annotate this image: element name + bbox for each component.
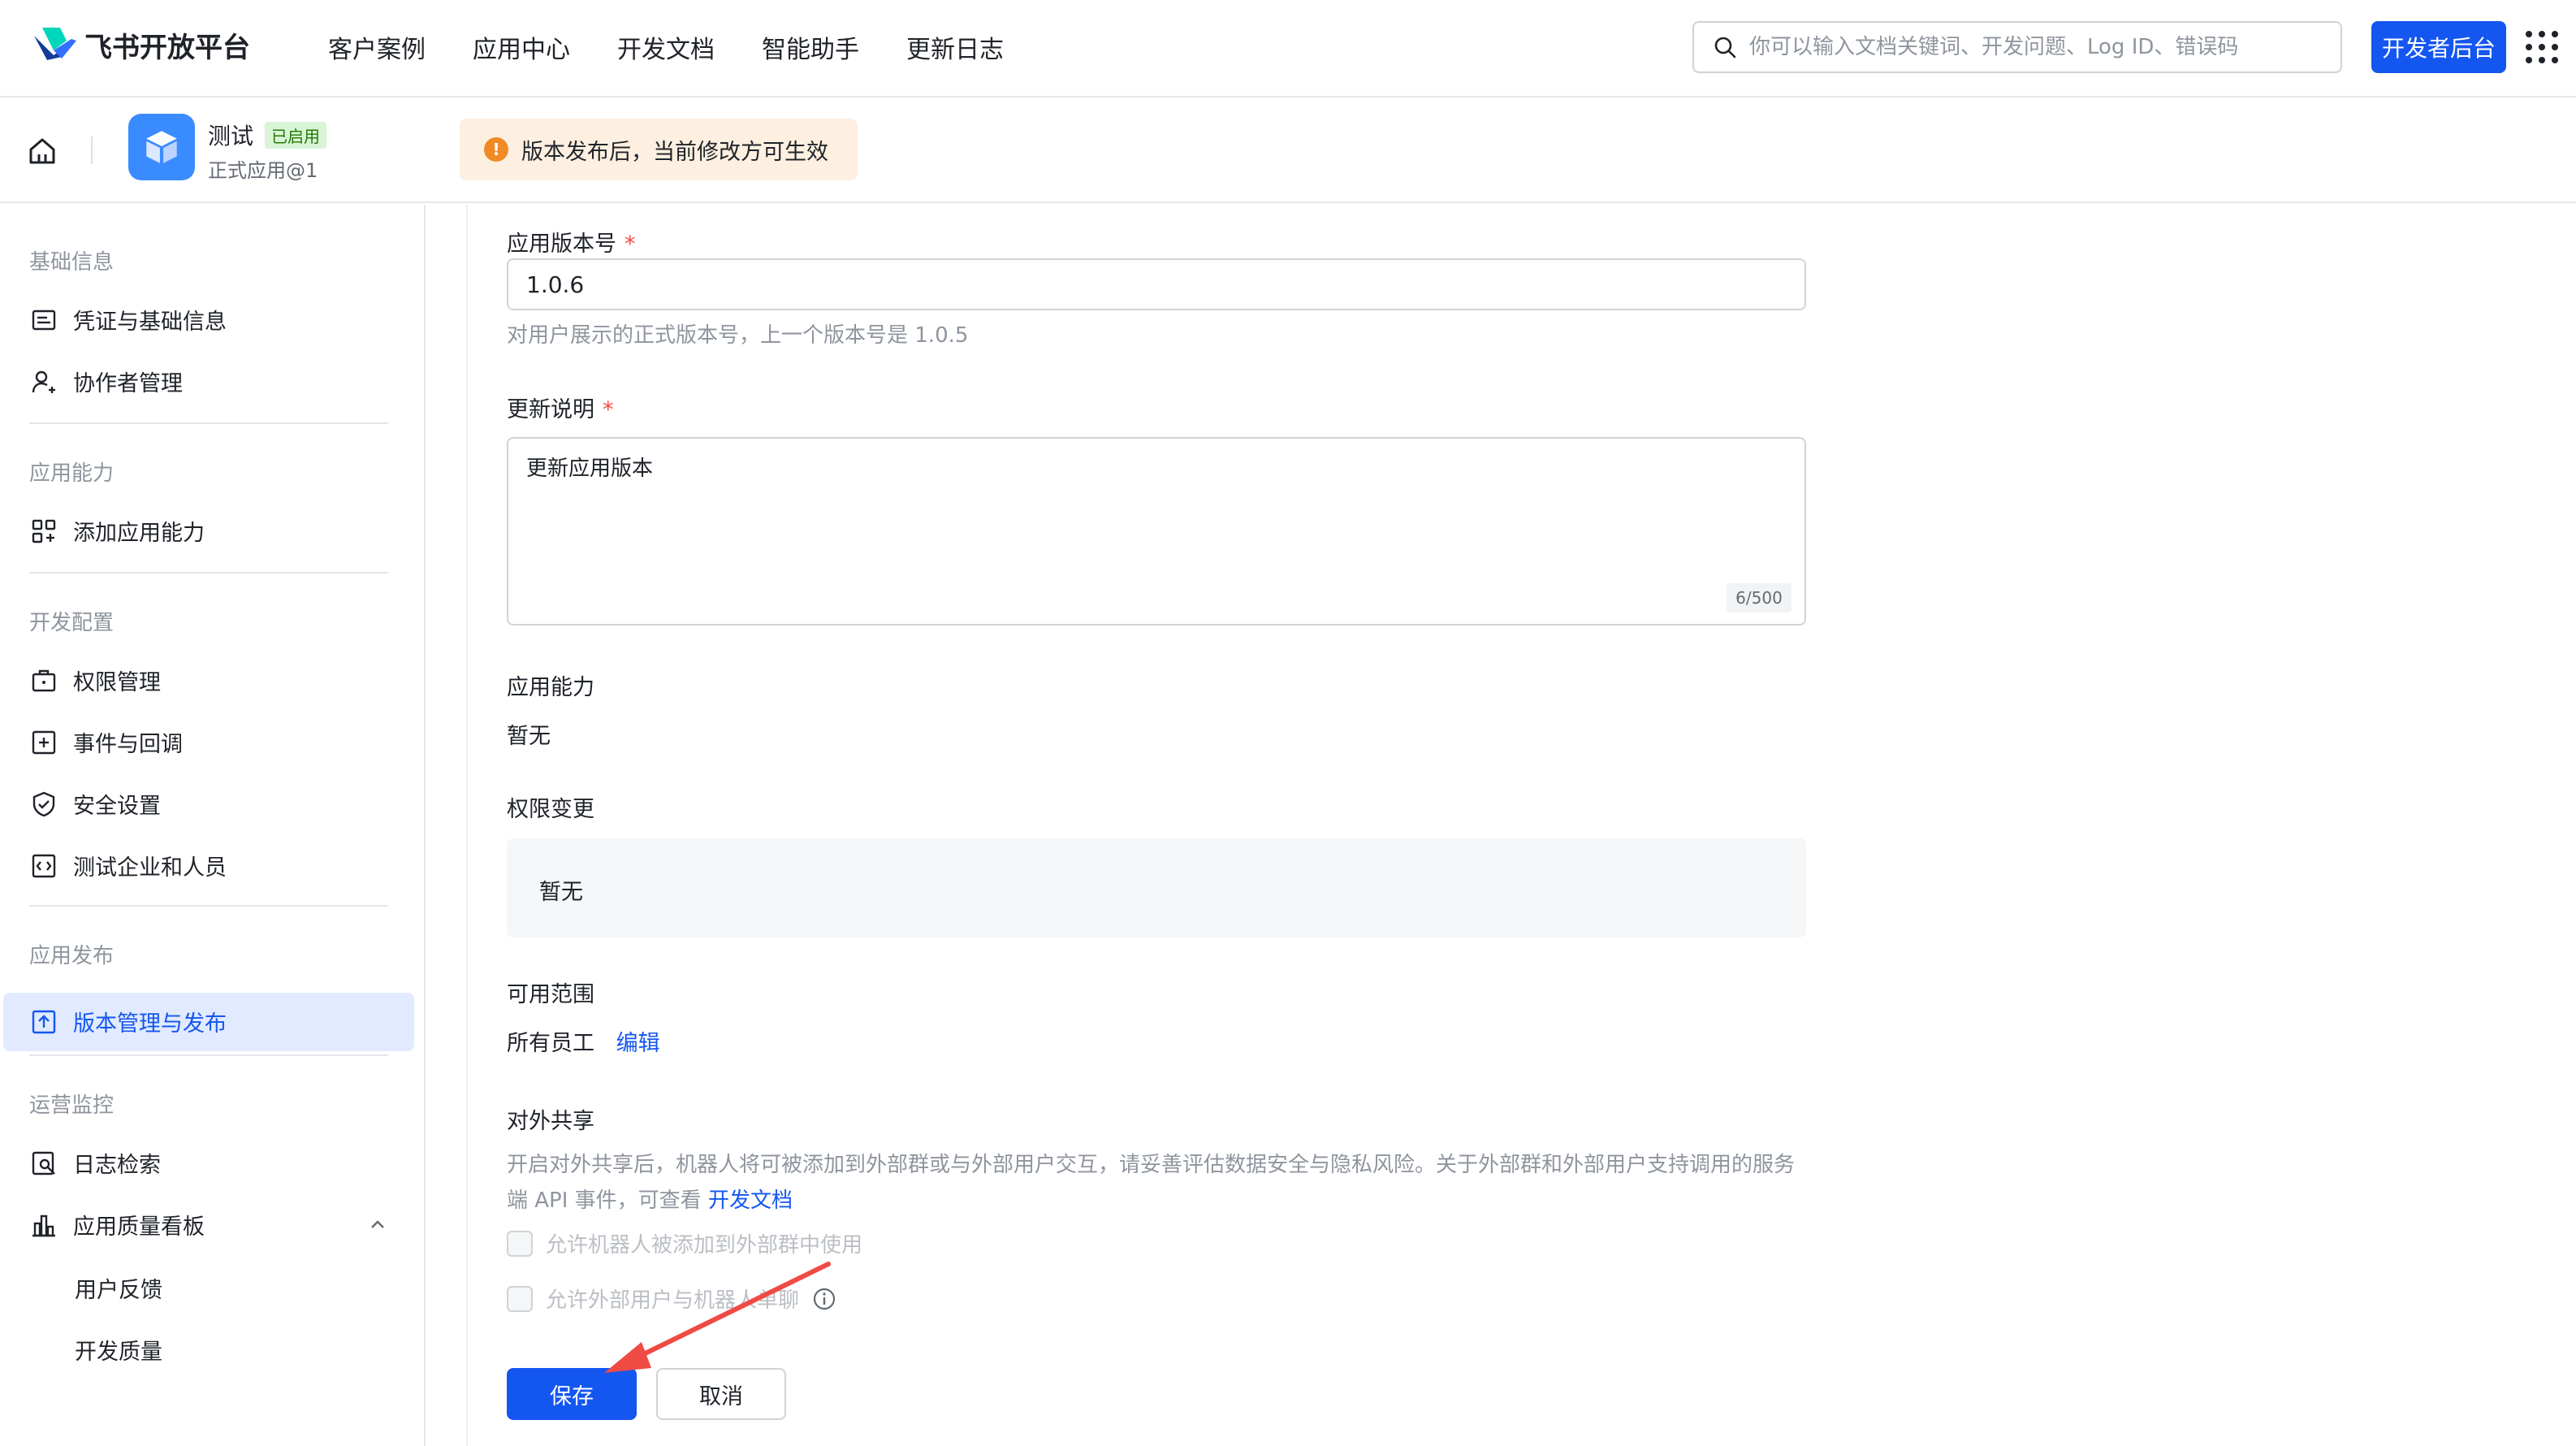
sidebar-item-label: 测试企业和人员 [73, 855, 227, 881]
section-basic-info: 基础信息 [29, 250, 115, 275]
version-input[interactable] [507, 258, 1806, 310]
grid-menu-icon[interactable] [2526, 31, 2558, 63]
apps-add-icon [32, 519, 56, 543]
content-gutter [427, 205, 468, 1446]
main-nav: 客户案例 应用中心 开发文档 智能助手 更新日志 [328, 29, 1051, 65]
sidebar-item-label: 安全设置 [73, 794, 161, 819]
capability-label: 应用能力 [507, 675, 594, 700]
sidebar-item-label: 添加应用能力 [73, 521, 205, 546]
upload-icon [32, 1010, 56, 1033]
nav-customer-cases[interactable]: 客户案例 [328, 29, 426, 65]
brand-name: 飞书开放平台 [84, 31, 250, 64]
top-header: 飞书开放平台 客户案例 应用中心 开发文档 智能助手 更新日志 开发者后台 [0, 0, 2576, 97]
divider [29, 1054, 388, 1056]
sidebar-item-label: 日志检索 [73, 1153, 161, 1178]
sidebar-item-test-tenant[interactable]: 测试企业和人员 [29, 850, 227, 881]
allow-external-chat-checkbox[interactable] [507, 1285, 533, 1312]
required-mark: * [603, 397, 614, 422]
info-icon[interactable] [812, 1287, 836, 1311]
publish-notice: ! 版本发布后，当前修改方可生效 [460, 119, 858, 180]
permission-change-box: 暂无 [507, 838, 1806, 937]
app-subtitle: 正式应用@1 [208, 159, 318, 182]
app-name: 测试 [208, 123, 254, 149]
divider [29, 422, 388, 424]
briefcase-icon [32, 669, 56, 691]
id-card-icon [32, 310, 56, 330]
allow-external-group-checkbox[interactable] [507, 1230, 533, 1257]
dev-docs-link[interactable]: 开发文档 [708, 1188, 793, 1213]
brand-logo[interactable]: 飞书开放平台 [29, 24, 250, 65]
update-notes-textarea[interactable]: 更新应用版本 [507, 437, 1806, 626]
char-counter: 6/500 [1727, 583, 1792, 613]
divider [29, 905, 388, 907]
sidebar-item-log-search[interactable]: 日志检索 [29, 1147, 161, 1179]
sidebar-item-label: 凭证与基础信息 [73, 310, 227, 335]
event-plus-icon [32, 730, 56, 754]
sidebar-item-dev-quality[interactable]: 开发质量 [75, 1334, 162, 1366]
search-input[interactable] [1749, 35, 2318, 59]
sidebar-item-label: 事件与回调 [73, 732, 183, 757]
developer-console-button[interactable]: 开发者后台 [2371, 21, 2506, 73]
app-avatar [128, 114, 195, 180]
nav-app-center[interactable]: 应用中心 [473, 29, 570, 65]
sidebar-item-events[interactable]: 事件与回调 [29, 726, 183, 758]
version-hint: 对用户展示的正式版本号，上一个版本号是 1.0.5 [507, 323, 969, 348]
sidebar-item-credentials[interactable]: 凭证与基础信息 [29, 304, 227, 336]
scope-row: 所有员工 编辑 [507, 1025, 660, 1057]
search-icon [1714, 37, 1736, 58]
sharing-description: 开启对外共享后，机器人将可被添加到外部群或与外部用户交互，请妥善评估数据安全与隐… [507, 1153, 1796, 1213]
home-icon[interactable] [24, 133, 60, 169]
sidebar-item-quality-board[interactable]: 应用质量看板 [29, 1209, 205, 1240]
warning-icon: ! [484, 137, 508, 162]
update-notes-label: 更新说明 * [507, 397, 614, 422]
sidebar-item-collaborators[interactable]: 协作者管理 [29, 366, 183, 397]
shield-icon [32, 791, 55, 816]
section-ops-monitoring: 运营监控 [29, 1093, 115, 1118]
sidebar-item-label: 权限管理 [73, 670, 161, 695]
nav-changelog[interactable]: 更新日志 [906, 29, 1004, 65]
scope-value: 所有员工 [507, 1031, 594, 1056]
status-badge: 已启用 [265, 122, 326, 149]
cube-icon [146, 131, 177, 163]
option-label: 允许外部用户与机器人单聊 [546, 1288, 800, 1313]
sidebar-item-permissions[interactable]: 权限管理 [29, 665, 161, 696]
feishu-logo-icon [34, 28, 76, 60]
sharing-label: 对外共享 [507, 1109, 594, 1134]
bar-chart-icon [32, 1214, 55, 1236]
sidebar-item-user-feedback[interactable]: 用户反馈 [75, 1272, 162, 1304]
code-icon [32, 854, 56, 877]
sidebar-item-label: 应用质量看板 [73, 1214, 205, 1240]
notice-text: 版本发布后，当前修改方可生效 [521, 139, 828, 165]
permission-change-label: 权限变更 [507, 797, 594, 822]
sidebar-item-label: 协作者管理 [73, 371, 183, 396]
app-header: 测试 已启用 正式应用@1 ! 版本发布后，当前修改方可生效 [0, 97, 2576, 203]
allow-external-chat-option: 允许外部用户与机器人单聊 [507, 1284, 836, 1314]
nav-ai-assistant[interactable]: 智能助手 [762, 29, 859, 65]
section-dev-config: 开发配置 [29, 611, 115, 635]
capability-value: 暂无 [507, 724, 551, 749]
sidebar-item-security[interactable]: 安全设置 [29, 788, 161, 820]
sidebar: 基础信息 凭证与基础信息 协作者管理 应用能力 添加应用能力 开发配置 权限管理… [0, 205, 426, 1446]
sidebar-item-add-capability[interactable]: 添加应用能力 [29, 515, 205, 547]
nav-dev-docs[interactable]: 开发文档 [617, 29, 715, 65]
version-label: 应用版本号 * [507, 232, 636, 257]
sidebar-item-label: 版本管理与发布 [73, 1011, 227, 1037]
save-button[interactable]: 保存 [507, 1368, 637, 1420]
chevron-up-icon[interactable] [365, 1212, 390, 1236]
scope-edit-link[interactable]: 编辑 [616, 1031, 660, 1056]
search-box[interactable] [1692, 21, 2342, 73]
option-label: 允许机器人被添加到外部群中使用 [546, 1233, 863, 1258]
permission-change-value: 暂无 [539, 880, 583, 905]
sidebar-item-version-release[interactable]: 版本管理与发布 [29, 1006, 227, 1037]
required-mark: * [625, 232, 636, 257]
scope-label: 可用范围 [507, 982, 594, 1007]
divider [91, 136, 93, 164]
log-search-icon [32, 1151, 55, 1175]
divider [29, 572, 388, 574]
section-app-release: 应用发布 [29, 944, 115, 968]
add-user-icon [32, 370, 55, 393]
allow-external-group-option: 允许机器人被添加到外部群中使用 [507, 1228, 862, 1258]
cancel-button[interactable]: 取消 [656, 1368, 786, 1420]
section-app-capabilities: 应用能力 [29, 461, 115, 486]
